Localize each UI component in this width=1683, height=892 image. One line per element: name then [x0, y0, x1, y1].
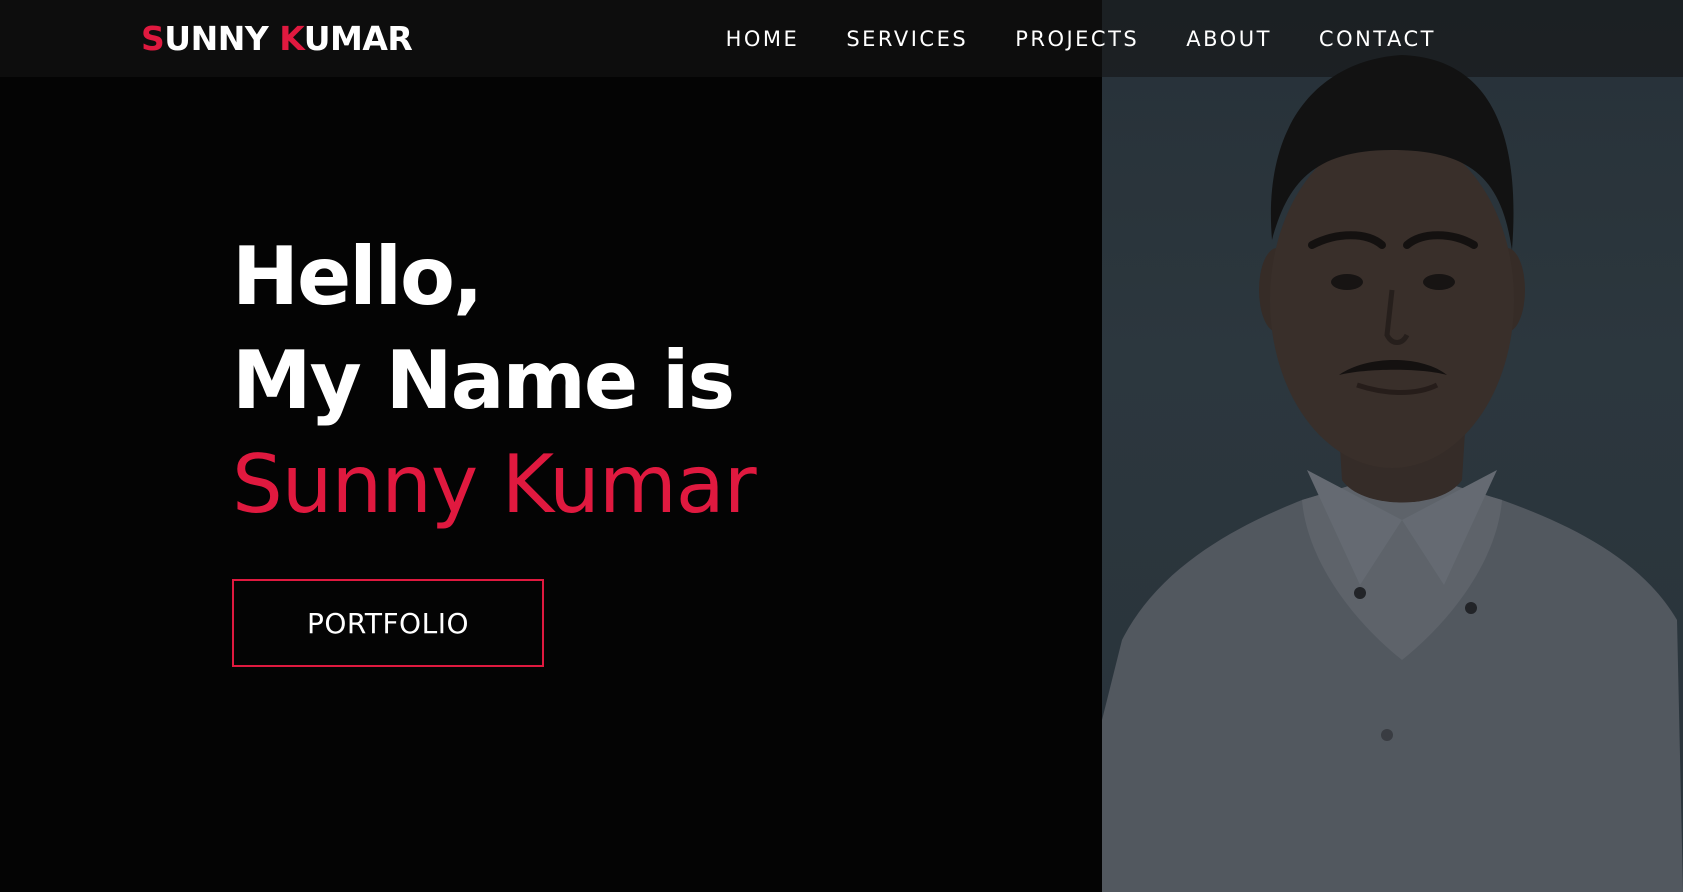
hero-name: Sunny Kumar: [232, 438, 757, 531]
logo-first-rest: UNNY: [164, 19, 280, 58]
hero-intro: My Name is: [232, 334, 735, 427]
site-logo[interactable]: SUNNY KUMAR: [141, 18, 413, 60]
nav-link-home[interactable]: HOME: [726, 27, 800, 51]
hero-greeting: Hello,: [232, 230, 483, 323]
nav-link-projects[interactable]: PROJECTS: [1015, 27, 1139, 51]
logo-initial-k: K: [279, 19, 304, 58]
portfolio-button[interactable]: PORTFOLIO: [232, 579, 544, 667]
logo-initial-s: S: [141, 19, 165, 58]
portfolio-button-label: PORTFOLIO: [307, 606, 469, 640]
page: SUNNY KUMAR HOME SERVICES PROJECTS ABOUT…: [0, 0, 1683, 892]
nav-link-about[interactable]: ABOUT: [1186, 27, 1272, 51]
nav-link-contact[interactable]: CONTACT: [1319, 27, 1436, 51]
nav-link-services[interactable]: SERVICES: [846, 27, 968, 51]
nav-menu: HOME SERVICES PROJECTS ABOUT CONTACT: [726, 0, 1436, 77]
hero-section: Hello, My Name is Sunny Kumar: [232, 225, 757, 537]
logo-last-rest: UMAR: [303, 19, 413, 58]
navbar: SUNNY KUMAR HOME SERVICES PROJECTS ABOUT…: [0, 0, 1683, 77]
profile-photo: [1102, 0, 1683, 892]
